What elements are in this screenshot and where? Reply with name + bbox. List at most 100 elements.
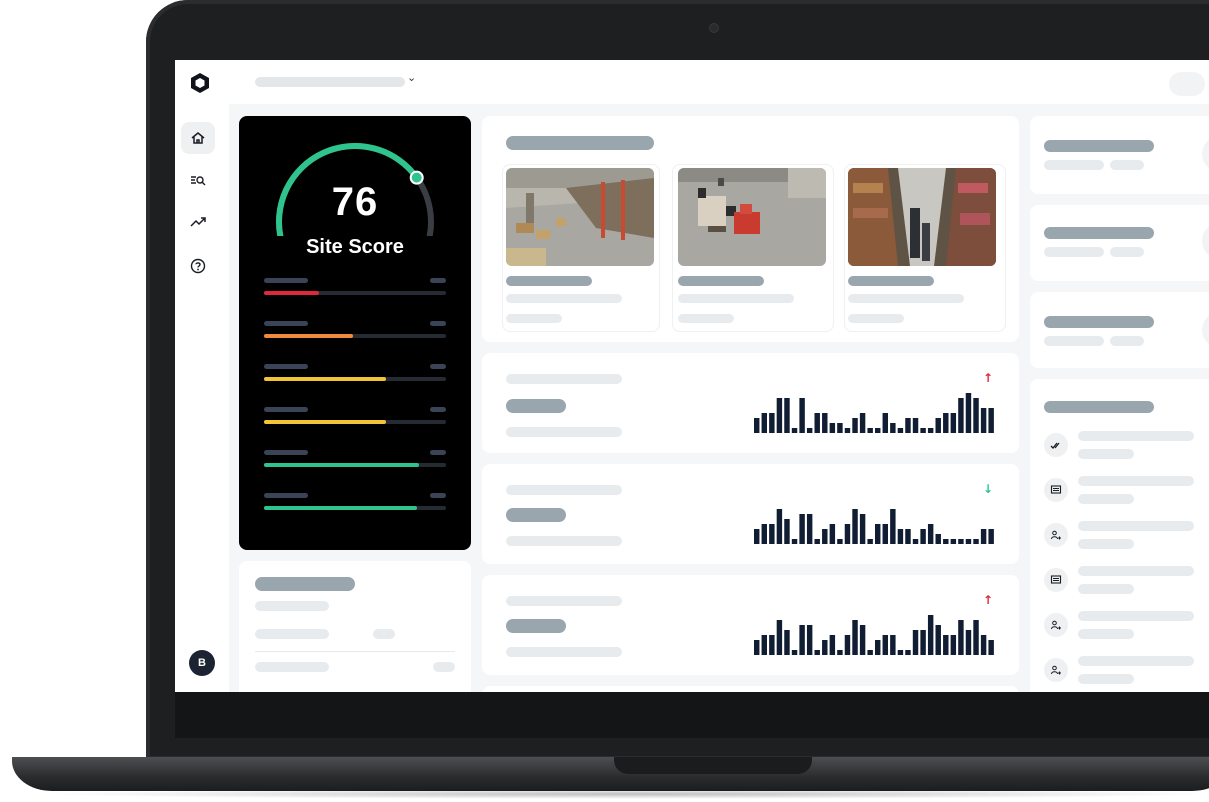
trend-caption-placeholder xyxy=(506,647,622,657)
feed-meta-placeholder xyxy=(848,314,904,323)
site-score-card[interactable]: 76 Site Score xyxy=(239,116,471,550)
camera-feed-image[interactable] xyxy=(848,168,996,266)
camera-feeds-card[interactable] xyxy=(482,116,1019,342)
sparkline-bar xyxy=(829,423,836,433)
feed-subtitle-placeholder xyxy=(506,294,622,303)
sparkline-bar xyxy=(927,615,934,655)
activity-feed-card[interactable] xyxy=(1030,379,1209,692)
trend-card[interactable]: ↓ xyxy=(482,464,1019,564)
sparkline-bar xyxy=(973,398,979,433)
nav-trends[interactable] xyxy=(181,206,215,238)
user-group-icon xyxy=(1044,523,1068,547)
trend-card[interactable]: ↑ xyxy=(482,353,1019,453)
sparkline-bar xyxy=(852,509,858,544)
sparkline-bar xyxy=(867,428,873,433)
activity-line-placeholder xyxy=(1078,449,1134,459)
right-card-meta-placeholder xyxy=(1110,247,1144,257)
trend-sparkline xyxy=(754,509,994,544)
sparkline-bar xyxy=(875,428,881,433)
metric-progress-track xyxy=(264,420,446,424)
sparkline-bar xyxy=(965,539,972,544)
right-card-meta-placeholder xyxy=(1110,336,1144,346)
trend-sparkline xyxy=(754,393,994,433)
sparkline-bar xyxy=(754,640,760,655)
sparkline-bar xyxy=(784,519,790,544)
trend-card[interactable]: ↑ xyxy=(482,575,1019,675)
trend-card[interactable] xyxy=(482,686,1019,692)
trend-up-arrow-icon: ↑ xyxy=(982,593,993,607)
sparkline-bar xyxy=(859,625,866,655)
right-summary-card[interactable]: ▌ xyxy=(1030,292,1209,368)
sparkline-bar xyxy=(943,413,949,433)
nav-home[interactable] xyxy=(181,122,215,154)
activity-line-placeholder xyxy=(1078,521,1194,531)
user-avatar[interactable]: B xyxy=(189,650,215,676)
metric-progress-track xyxy=(264,291,446,295)
summary-title-placeholder xyxy=(255,577,355,591)
site-selector[interactable] xyxy=(255,77,405,87)
sparkline-bar xyxy=(950,635,957,655)
metric-value-placeholder xyxy=(430,493,446,498)
webcam-icon xyxy=(710,24,718,32)
metric-label-placeholder xyxy=(264,450,308,455)
sparkline-bar xyxy=(950,413,957,433)
feed-meta-placeholder xyxy=(678,314,734,323)
sparkline-bar xyxy=(852,620,858,655)
laptop-base xyxy=(12,757,1209,791)
sparkline-bar xyxy=(799,398,805,433)
trend-value-placeholder xyxy=(506,619,566,633)
metric-progress-fill xyxy=(264,463,419,467)
sparkline-bar xyxy=(905,418,911,433)
double-check-icon xyxy=(1044,433,1068,457)
metric-label-placeholder xyxy=(264,364,308,369)
logo-icon[interactable] xyxy=(189,72,211,94)
sparkline-bar xyxy=(920,630,926,655)
metric-progress-track xyxy=(264,377,446,381)
metric-label-placeholder xyxy=(264,321,308,326)
sparkline-bar xyxy=(814,650,820,655)
divider xyxy=(255,651,455,652)
summary-card[interactable] xyxy=(239,561,471,692)
sparkline-bar xyxy=(980,408,987,433)
panel-icon[interactable]: ▌ xyxy=(1202,312,1209,348)
right-card-meta-placeholder xyxy=(1110,160,1144,170)
activity-title-placeholder xyxy=(1044,401,1154,413)
sparkline-bar xyxy=(822,413,828,433)
sparkline-bar xyxy=(875,524,881,544)
trending-up-icon xyxy=(190,217,206,227)
chevron-left-icon[interactable]: ‹ xyxy=(1202,136,1209,172)
nav-help[interactable] xyxy=(181,250,215,282)
metric-value-placeholder xyxy=(430,450,446,455)
sparkline-bar xyxy=(897,428,904,433)
sparkline-bar xyxy=(769,635,775,655)
trend-up-arrow-icon: ↑ xyxy=(982,371,993,385)
score-metric-row xyxy=(264,493,446,513)
sparkline-bar xyxy=(965,393,972,433)
right-summary-card[interactable]: ‹ xyxy=(1030,116,1209,194)
metric-progress-track xyxy=(264,463,446,467)
camera-feed-image[interactable] xyxy=(506,168,654,266)
feeds-title-placeholder xyxy=(506,136,654,150)
summary-value-placeholder xyxy=(373,629,395,639)
metric-progress-fill xyxy=(264,420,386,424)
metric-progress-track xyxy=(264,506,446,510)
right-summary-card[interactable]: ⌄ xyxy=(1030,205,1209,281)
message-icon xyxy=(1044,478,1068,502)
activity-line-placeholder xyxy=(1078,629,1134,639)
sparkline-bar xyxy=(905,650,911,655)
sparkline-bar xyxy=(890,423,896,433)
profile-button[interactable] xyxy=(1169,72,1205,96)
activity-line-placeholder xyxy=(1078,476,1194,486)
camera-feed-image[interactable] xyxy=(678,168,826,266)
feed-title-placeholder xyxy=(848,276,934,286)
chevron-down-icon[interactable]: ⌄ xyxy=(407,71,416,84)
sparkline-bar xyxy=(761,413,767,433)
sparkline-bar xyxy=(988,529,994,544)
right-card-title-placeholder xyxy=(1044,227,1154,239)
sparkline-bar xyxy=(912,630,919,655)
trend-value-placeholder xyxy=(506,508,566,522)
chevron-down-icon[interactable]: ⌄ xyxy=(1202,223,1209,259)
activity-line-placeholder xyxy=(1078,656,1194,666)
nav-search[interactable] xyxy=(181,164,215,196)
feed-subtitle-placeholder xyxy=(848,294,964,303)
